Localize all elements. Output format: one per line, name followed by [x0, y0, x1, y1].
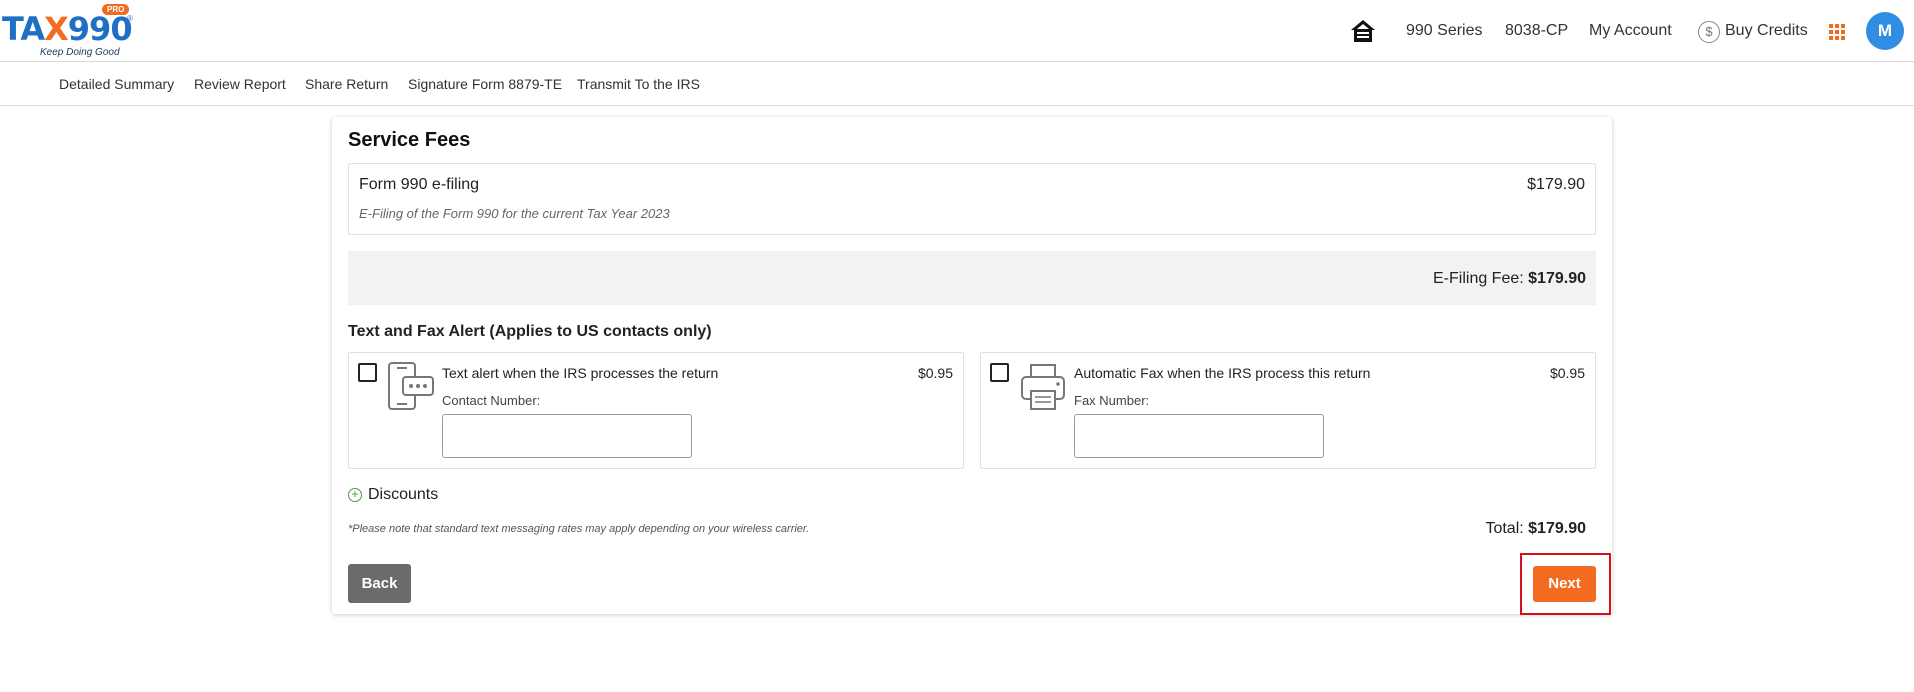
- discounts-toggle[interactable]: + Discounts: [348, 486, 438, 504]
- printer-icon: [1021, 364, 1065, 410]
- phone-message-icon: [388, 362, 434, 410]
- nav-990-series[interactable]: 990 Series: [1406, 22, 1483, 40]
- text-alert-price: $0.95: [917, 365, 953, 381]
- card-title: Service Fees: [348, 129, 471, 151]
- fee-item-description: E-Filing of the Form 990 for the current…: [359, 206, 670, 221]
- plus-circle-icon: +: [348, 488, 362, 502]
- logo-registered-mark: ®: [127, 14, 133, 23]
- efiling-fee-bar: E-Filing Fee: $179.90: [348, 251, 1596, 305]
- top-header: TAX990 PRO ® Keep Doing Good 990 Series …: [0, 0, 1914, 62]
- text-alert-option: Text alert when the IRS processes the re…: [348, 352, 964, 469]
- text-alert-title: Text alert when the IRS processes the re…: [442, 365, 719, 381]
- apps-grid-icon[interactable]: [1829, 24, 1845, 40]
- subnav-review-report[interactable]: Review Report: [194, 76, 286, 92]
- total-value: $179.90: [1528, 520, 1586, 537]
- user-avatar[interactable]: M: [1866, 12, 1904, 50]
- buy-credits-link[interactable]: Buy Credits: [1725, 22, 1808, 40]
- fax-number-input[interactable]: [1074, 414, 1324, 458]
- logo-tagline: Keep Doing Good: [40, 47, 120, 58]
- total-label: Total:: [1485, 520, 1524, 537]
- fee-item-name: Form 990 e-filing: [359, 176, 480, 193]
- fax-alert-price: $0.95: [1549, 365, 1585, 381]
- back-button[interactable]: Back: [348, 564, 411, 603]
- fax-alert-checkbox[interactable]: [990, 363, 1009, 382]
- text-alert-checkbox[interactable]: [358, 363, 377, 382]
- subnav-share-return[interactable]: Share Return: [305, 76, 388, 92]
- fax-alert-option: Automatic Fax when the IRS process this …: [980, 352, 1596, 469]
- fax-number-label: Fax Number:: [1074, 393, 1150, 408]
- dollar-coin-icon: $: [1698, 21, 1720, 43]
- fee-item: Form 990 e-filing $179.90 E-Filing of th…: [348, 163, 1596, 235]
- logo-pro-badge: PRO: [102, 4, 130, 15]
- fax-alert-title: Automatic Fax when the IRS process this …: [1074, 365, 1371, 381]
- discounts-label: Discounts: [368, 486, 439, 503]
- next-button[interactable]: Next: [1533, 566, 1596, 602]
- alerts-heading: Text and Fax Alert (Applies to US contac…: [348, 323, 712, 340]
- nav-8038-cp[interactable]: 8038-CP: [1505, 22, 1568, 40]
- efiling-fee-total: E-Filing Fee: $179.90: [1433, 270, 1586, 287]
- contact-number-label: Contact Number:: [442, 393, 541, 408]
- contact-number-input[interactable]: [442, 414, 692, 458]
- service-fees-card: Service Fees Form 990 e-filing $179.90 E…: [332, 117, 1612, 614]
- nav-my-account[interactable]: My Account: [1589, 22, 1672, 40]
- logo-wordmark: TAX990: [2, 10, 133, 48]
- order-total: Total: $179.90: [1485, 520, 1586, 538]
- fee-item-price: $179.90: [1527, 176, 1585, 193]
- subnav-signature-form[interactable]: Signature Form 8879-TE: [408, 76, 562, 92]
- subnav-detailed-summary[interactable]: Detailed Summary: [59, 76, 174, 92]
- subnav-transmit-irs[interactable]: Transmit To the IRS: [577, 76, 700, 92]
- home-icon[interactable]: [1350, 18, 1376, 44]
- tax990-logo[interactable]: TAX990 PRO ® Keep Doing Good: [2, 4, 137, 58]
- sms-rates-note: *Please note that standard text messagin…: [348, 523, 810, 535]
- sub-navigation: Detailed Summary Review Report Share Ret…: [0, 63, 1914, 106]
